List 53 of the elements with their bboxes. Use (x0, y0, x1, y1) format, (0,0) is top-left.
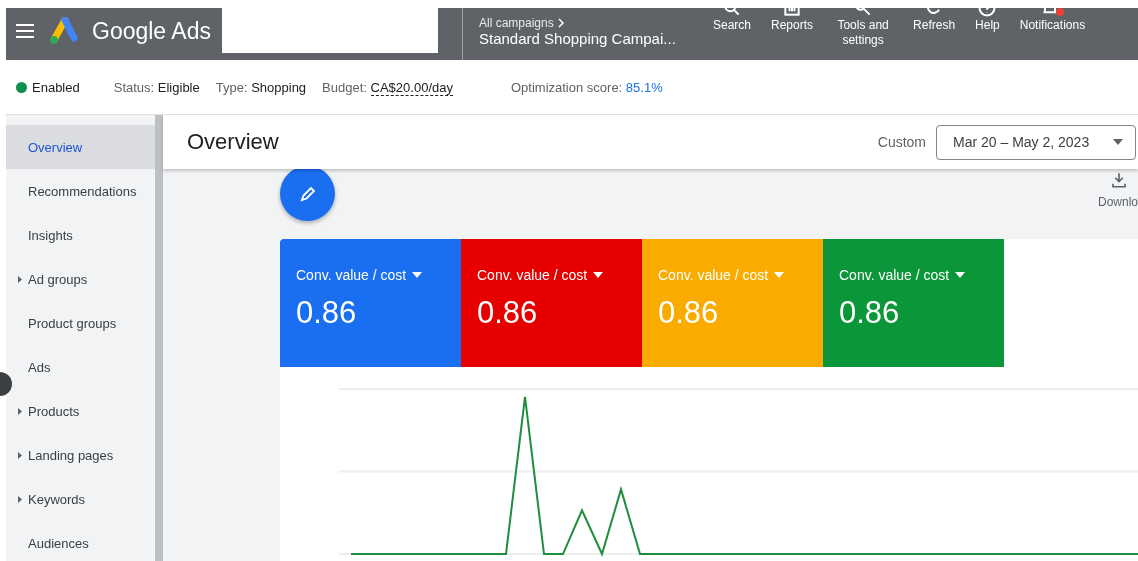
caret-icon (1113, 139, 1123, 145)
toolbar-button[interactable]: Reports (761, 8, 824, 60)
status-field: Type: Shopping (215, 79, 307, 95)
menu-icon[interactable] (16, 24, 34, 38)
pencil-icon (298, 184, 317, 203)
status-field: Status: Eligible (113, 79, 200, 95)
caret-icon (955, 272, 966, 278)
caret-icon (774, 272, 785, 278)
date-range-select[interactable]: Mar 20 – May 2, 2023 (936, 124, 1136, 160)
metric-value: 0.86 (477, 295, 539, 331)
range-label: Custom (877, 134, 926, 150)
status-text: Enabled (32, 79, 80, 95)
page-title: Overview (187, 129, 280, 155)
sidebar-item[interactable]: Keywords (6, 477, 155, 521)
download-icon (1110, 171, 1128, 189)
toolbar-button[interactable]: Refresh (903, 8, 966, 60)
expand-icon (18, 451, 22, 459)
toolbar-button[interactable]: Notifications (1009, 8, 1090, 60)
caret-icon (593, 272, 604, 278)
toolbar-button[interactable]: Tools and settings (823, 8, 904, 60)
toolbar-button[interactable]: Help (965, 8, 1010, 60)
expand-icon (18, 495, 22, 503)
metric-value: 0.86 (658, 295, 720, 331)
metric-label[interactable]: Conv. value / cost (296, 267, 445, 283)
toolbar-button[interactable]: Search (703, 8, 762, 60)
metric-value: 0.86 (296, 295, 358, 331)
campaign-name[interactable]: Standard Shopping Campai... (479, 29, 689, 47)
chevron-right-icon (557, 17, 565, 28)
status-field: Optimization score: 85.1% (510, 79, 663, 95)
sidebar-item[interactable]: Products (6, 389, 155, 433)
sidebar-item[interactable]: Product groups (6, 301, 155, 345)
edit-button[interactable] (280, 166, 335, 221)
caret-icon (412, 272, 423, 278)
status-field: Budget: CA$20.00/day (322, 79, 453, 95)
metric-card[interactable]: Conv. value / cost 0.86 (280, 239, 461, 367)
expand-icon (18, 407, 22, 415)
metric-card[interactable]: Conv. value / cost 0.86 (461, 239, 642, 367)
expand-icon (18, 275, 22, 283)
sidebar-item[interactable]: Audiences (6, 521, 155, 561)
sidebar-item[interactable]: Ads (6, 345, 155, 389)
sidebar-item[interactable]: Insights (6, 213, 155, 257)
metric-label[interactable]: Conv. value / cost (477, 267, 626, 283)
sidebar-item[interactable]: Overview (6, 125, 155, 169)
metric-label[interactable]: Conv. value / cost (839, 267, 988, 283)
metric-card[interactable]: Conv. value / cost 0.86 (823, 239, 1004, 367)
product-name: Google Ads (92, 17, 211, 45)
download-button[interactable]: Downlo (1097, 171, 1138, 209)
breadcrumb-link[interactable]: All campaigns (479, 15, 554, 30)
sidebar-item[interactable]: Ad groups (6, 257, 155, 301)
sidebar-item[interactable]: Landing pages (6, 433, 155, 477)
sidebar-item[interactable]: Recommendations (6, 169, 155, 213)
metric-value: 0.86 (839, 295, 901, 331)
logo-icon (48, 17, 78, 45)
